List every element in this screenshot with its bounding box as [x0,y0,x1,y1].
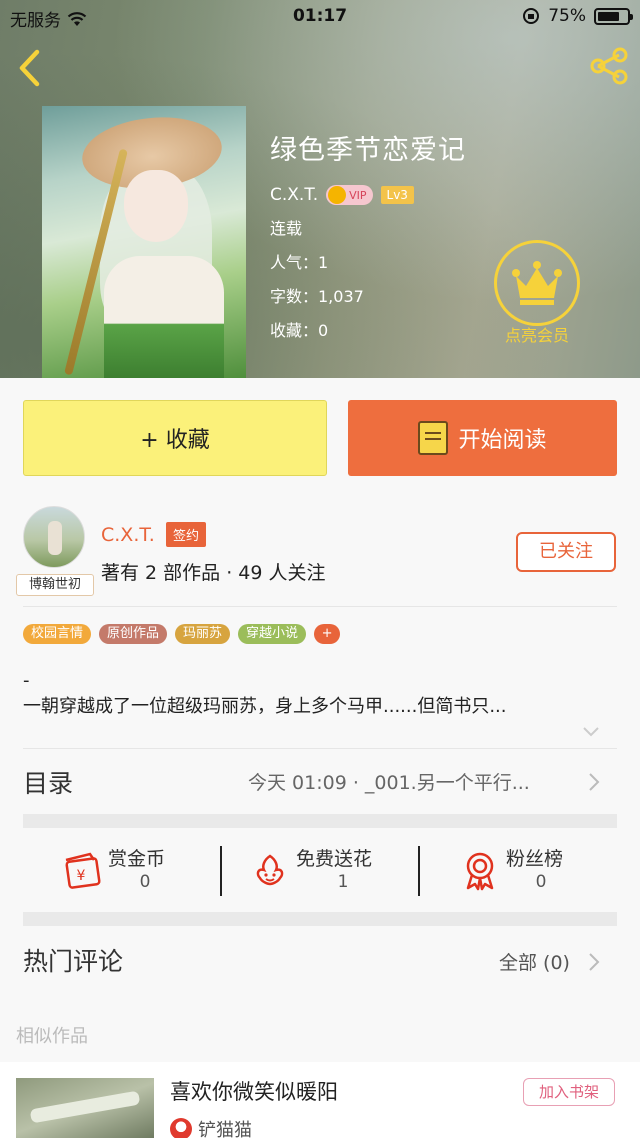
tag-time-travel[interactable]: 穿越小说 [238,624,307,644]
book-title: 绿色季节恋爱记 [270,135,466,166]
chevron-down-icon[interactable] [582,726,600,738]
catalog-title: 目录 [23,769,74,798]
book-cover[interactable] [42,106,246,378]
author-meta: 著有 2 部作品 · 49 人关注 [101,562,326,584]
all-comments-link[interactable]: 全部 (0) [499,948,570,975]
free-flowers-button[interactable]: 免费送花 1 [248,842,408,902]
medal-icon [466,852,494,891]
member-label: 点亮会员 [504,326,569,345]
back-button[interactable] [10,44,50,88]
divider [23,748,617,749]
battery-percent: 75% [548,6,586,26]
vip-badge: VIP [326,185,373,205]
crown-icon [328,186,347,204]
start-reading-button[interactable]: 开始阅读 [348,400,617,476]
light-up-member-button[interactable]: 点亮会员 [492,240,582,346]
add-tag-button[interactable]: + [314,624,341,644]
author-avatar[interactable] [23,506,85,568]
tag-list: 校园言情 原创作品 玛丽苏 穿越小说 + [23,624,341,644]
avatar-tag: 博翰世初 [16,574,94,596]
action-row: + 收藏 开始阅读 [0,378,640,496]
author-name[interactable]: C.X.T. [101,524,155,546]
reward-coins-button[interactable]: ¥ 赏金币 0 [60,842,210,902]
rewards-row: ¥ 赏金币 0 免费送花 1 粉丝榜 0 [0,830,640,912]
book-popularity: 人气：1 [270,253,329,272]
hot-comments-title: 热门评论 [23,947,124,976]
similar-work-cover [16,1078,154,1138]
section-divider [23,814,617,828]
divider [220,846,222,896]
author-avatar [170,1118,192,1138]
status-bar: 无服务 01:17 75% [0,0,640,34]
similar-works-title: 相似作品 [16,1026,88,1047]
synopsis[interactable]: - 一朝穿越成了一位超级玛丽苏，身上多个马甲......但简书只... [23,668,617,720]
similar-work-card[interactable]: 喜欢你微笑似暖阳 铲猫猫 加入书架 [0,1062,640,1138]
chevron-left-icon [19,49,40,87]
battery-icon [594,7,633,25]
section-divider [23,912,617,926]
svg-text:¥: ¥ [77,868,86,884]
book-favorites: 收藏：0 [270,321,329,340]
book-icon [418,421,449,455]
share-button[interactable] [586,44,632,88]
follow-button[interactable]: 已关注 [516,532,616,572]
add-to-shelf-button[interactable]: 加入书架 [523,1078,615,1106]
red-envelope-icon: ¥ [65,852,101,889]
tag-mary-sue[interactable]: 玛丽苏 [175,624,231,644]
synopsis-line: - [23,670,30,691]
crown-icon [512,261,562,305]
chevron-right-icon [589,773,600,791]
share-icon [590,47,628,85]
book-word-count: 字数：1,037 [270,287,364,306]
collect-button[interactable]: + 收藏 [23,400,327,476]
chevron-right-icon [589,953,600,971]
divider [23,606,617,607]
similar-work-title: 喜欢你微笑似暖阳 [170,1080,338,1104]
synopsis-line: 一朝穿越成了一位超级玛丽苏，身上多个马甲......但简书只... [23,696,507,717]
flower-icon [256,854,284,886]
level-badge: Lv3 [380,186,414,204]
book-info: 绿色季节恋爱记 C.X.T. VIP Lv3 连载 人气：1 字数：1,037 … [270,128,466,341]
divider [418,846,420,896]
catalog-row[interactable]: 目录 今天 01:09 · _001.另一个平行... [0,750,640,814]
orientation-lock-icon [523,8,540,24]
book-status: 连载 [270,219,303,238]
fan-ranking-button[interactable]: 粉丝榜 0 [458,842,598,902]
similar-work-author: 铲猫猫 [170,1116,252,1138]
book-header: 无服务 01:17 75% 绿色季节恋爱记 C.X.T. VIP Lv3 连载 … [0,0,640,378]
hot-comments-row[interactable]: 热门评论 全部 (0) [0,928,640,992]
tag-original-work[interactable]: 原创作品 [99,624,168,644]
signed-badge: 签约 [166,522,207,547]
latest-chapter: 今天 01:09 · _001.另一个平行... [248,772,530,794]
book-author[interactable]: C.X.T. [270,185,318,205]
author-section: 博翰世初 C.X.T. 签约 著有 2 部作品 · 49 人关注 已关注 [0,496,640,608]
tag-campus-romance[interactable]: 校园言情 [23,624,92,644]
